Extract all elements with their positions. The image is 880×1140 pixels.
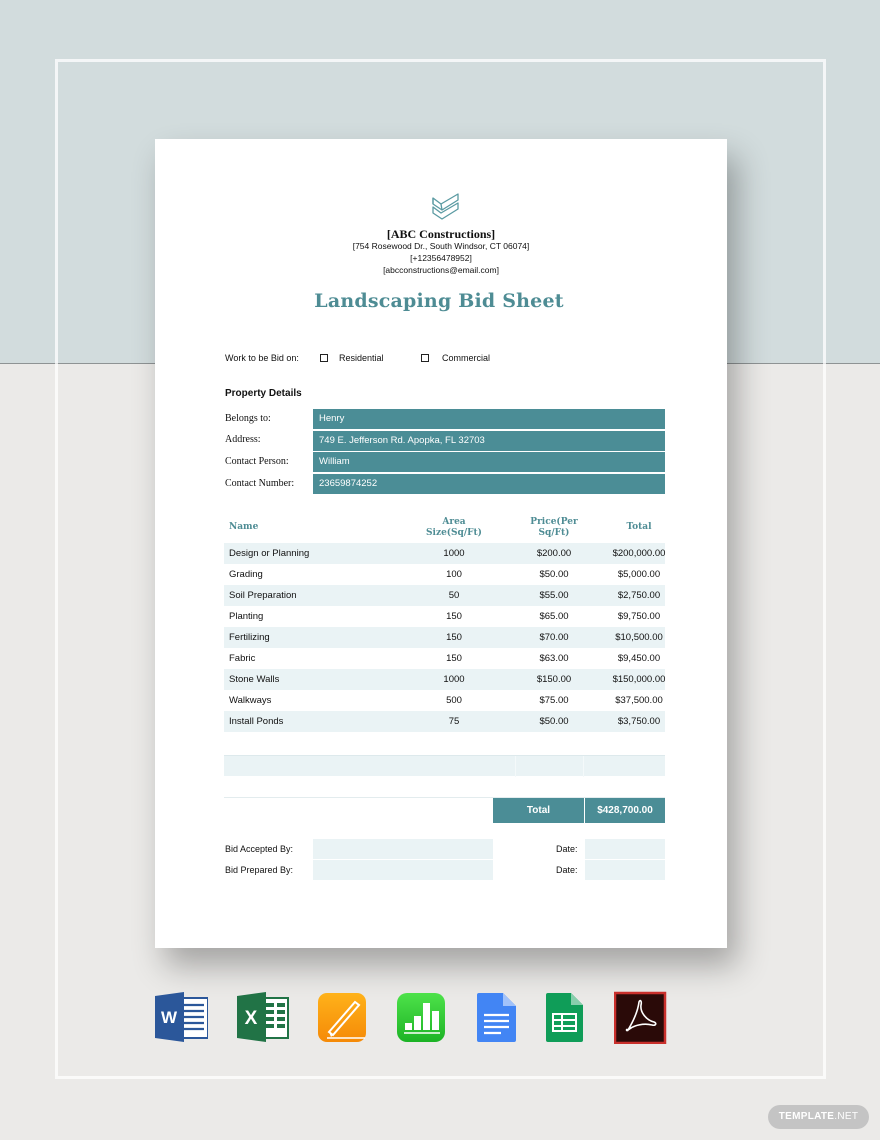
row-area: 100 — [446, 569, 462, 580]
bid-prepared-by-label: Bid Prepared By: — [225, 865, 294, 875]
property-details-heading: Property Details — [225, 388, 302, 399]
commercial-checkbox[interactable] — [421, 354, 429, 362]
residential-label: Residential — [339, 353, 384, 363]
row-total: $3,750.00 — [617, 716, 661, 727]
bid-accepted-by-field[interactable] — [313, 839, 493, 859]
row-area: 150 — [446, 653, 462, 664]
table-row: Walkways 500 $75.00 $37,500.00 — [224, 690, 665, 711]
excel-icon: X — [237, 992, 289, 1042]
work-to-bid-label: Work to be Bid on: — [225, 353, 299, 363]
header-total: Total — [626, 522, 652, 532]
table-row: Stone Walls 1000 $150.00 $150,000.00 — [224, 669, 665, 690]
table-row: Design or Planning 1000 $200.00 $200,000… — [224, 543, 665, 564]
contact-number-field[interactable]: 23659874252 — [313, 474, 665, 494]
adobe-pdf-icon — [614, 991, 667, 1044]
document-title: Landscaping Bid Sheet — [314, 290, 564, 312]
address-field[interactable]: 749 E. Jefferson Rd. Apopka, FL 32703 — [313, 431, 665, 451]
bid-accepted-by-label: Bid Accepted By: — [225, 844, 294, 854]
company-name: [ABC Constructions] — [386, 227, 496, 241]
company-address: [754 Rosewood Dr., South Windsor, CT 060… — [352, 241, 530, 251]
contact-person-label: Contact Person: — [225, 456, 289, 467]
row-area: 1000 — [443, 674, 465, 685]
row-total: $10,500.00 — [615, 632, 663, 643]
address-label: Address: — [225, 434, 261, 445]
svg-text:X: X — [245, 1008, 258, 1029]
bid-prepared-by-field[interactable] — [313, 860, 493, 880]
table-row: Fertilizing 150 $70.00 $10,500.00 — [224, 627, 665, 648]
column-divider — [583, 756, 584, 777]
google-sheets-icon — [546, 993, 583, 1042]
row-area: 500 — [446, 695, 462, 706]
document-page: [ABC Constructions] [754 Rosewood Dr., S… — [155, 139, 727, 948]
table-row: Planting 150 $65.00 $9,750.00 — [224, 606, 665, 627]
empty-table-row[interactable] — [224, 755, 665, 777]
format-numbers[interactable] — [396, 990, 450, 1044]
row-area: 50 — [448, 590, 460, 601]
google-docs-icon — [477, 993, 516, 1042]
format-word[interactable]: W — [154, 990, 208, 1044]
prepared-date-label: Date: — [556, 865, 578, 875]
belongs-to-label: Belongs to: — [225, 413, 271, 424]
table-row: Grading 100 $50.00 $5,000.00 — [224, 564, 665, 585]
column-divider — [515, 756, 516, 777]
residential-checkbox[interactable] — [320, 354, 328, 362]
table-row: Fabric 150 $63.00 $9,450.00 — [224, 648, 665, 669]
row-name: Design or Planning — [229, 548, 310, 559]
row-name: Fertilizing — [229, 632, 270, 643]
format-icons-bar: W X — [0, 990, 880, 1050]
commercial-label: Commercial — [442, 353, 491, 363]
row-name: Fabric — [229, 653, 256, 664]
grand-total-value: $428,700.00 — [585, 798, 665, 823]
format-adobe-pdf[interactable] — [614, 990, 668, 1044]
header-area: Area Size(Sq/Ft) — [414, 517, 494, 539]
row-total: $9,450.00 — [617, 653, 661, 664]
accepted-date-label: Date: — [556, 844, 578, 854]
prepared-date-field[interactable] — [585, 860, 665, 880]
row-name: Soil Preparation — [229, 590, 297, 601]
format-google-sheets[interactable] — [545, 990, 599, 1044]
format-google-docs[interactable] — [475, 990, 529, 1044]
row-area: 150 — [446, 632, 462, 643]
row-name: Grading — [229, 569, 263, 580]
word-icon: W — [155, 992, 208, 1042]
row-total: $150,000.00 — [612, 674, 666, 685]
row-area: 1000 — [443, 548, 465, 559]
brand-rest: .NET — [834, 1111, 859, 1122]
company-phone: [+12356478952] — [410, 253, 472, 263]
numbers-icon — [397, 993, 445, 1042]
row-total: $2,750.00 — [617, 590, 661, 601]
template-net-badge[interactable]: TEMPLATE.NET — [768, 1105, 869, 1129]
row-name: Walkways — [229, 695, 272, 706]
table-row: Soil Preparation 50 $55.00 $2,750.00 — [224, 585, 665, 606]
row-total: $9,750.00 — [617, 611, 661, 622]
contact-person-field[interactable]: William — [313, 452, 665, 472]
pages-icon — [318, 993, 366, 1042]
chevron-stack-logo-icon — [432, 193, 459, 220]
row-total: $200,000.00 — [612, 548, 666, 559]
format-pages[interactable] — [317, 990, 371, 1044]
table-row: Install Ponds 75 $50.00 $3,750.00 — [224, 711, 665, 732]
svg-text:W: W — [161, 1008, 178, 1027]
brand-bold: TEMPLATE — [778, 1111, 835, 1122]
accepted-date-field[interactable] — [585, 839, 665, 859]
header-area-line2: Size(Sq/Ft) — [426, 528, 482, 538]
row-total: $5,000.00 — [617, 569, 661, 580]
company-email: [abcconstructions@email.com] — [383, 265, 499, 275]
header-name: Name — [229, 522, 259, 532]
row-name: Install Ponds — [229, 716, 284, 727]
row-total: $37,500.00 — [615, 695, 663, 706]
row-name: Planting — [229, 611, 264, 622]
contact-number-label: Contact Number: — [225, 478, 295, 489]
row-area: 75 — [448, 716, 460, 727]
belongs-to-field[interactable]: Henry — [313, 409, 665, 429]
format-excel[interactable]: X — [236, 990, 290, 1044]
row-area: 150 — [446, 611, 462, 622]
header-area-line1: Area — [442, 517, 466, 527]
row-name: Stone Walls — [229, 674, 280, 685]
grand-total-label: Total — [493, 798, 584, 823]
